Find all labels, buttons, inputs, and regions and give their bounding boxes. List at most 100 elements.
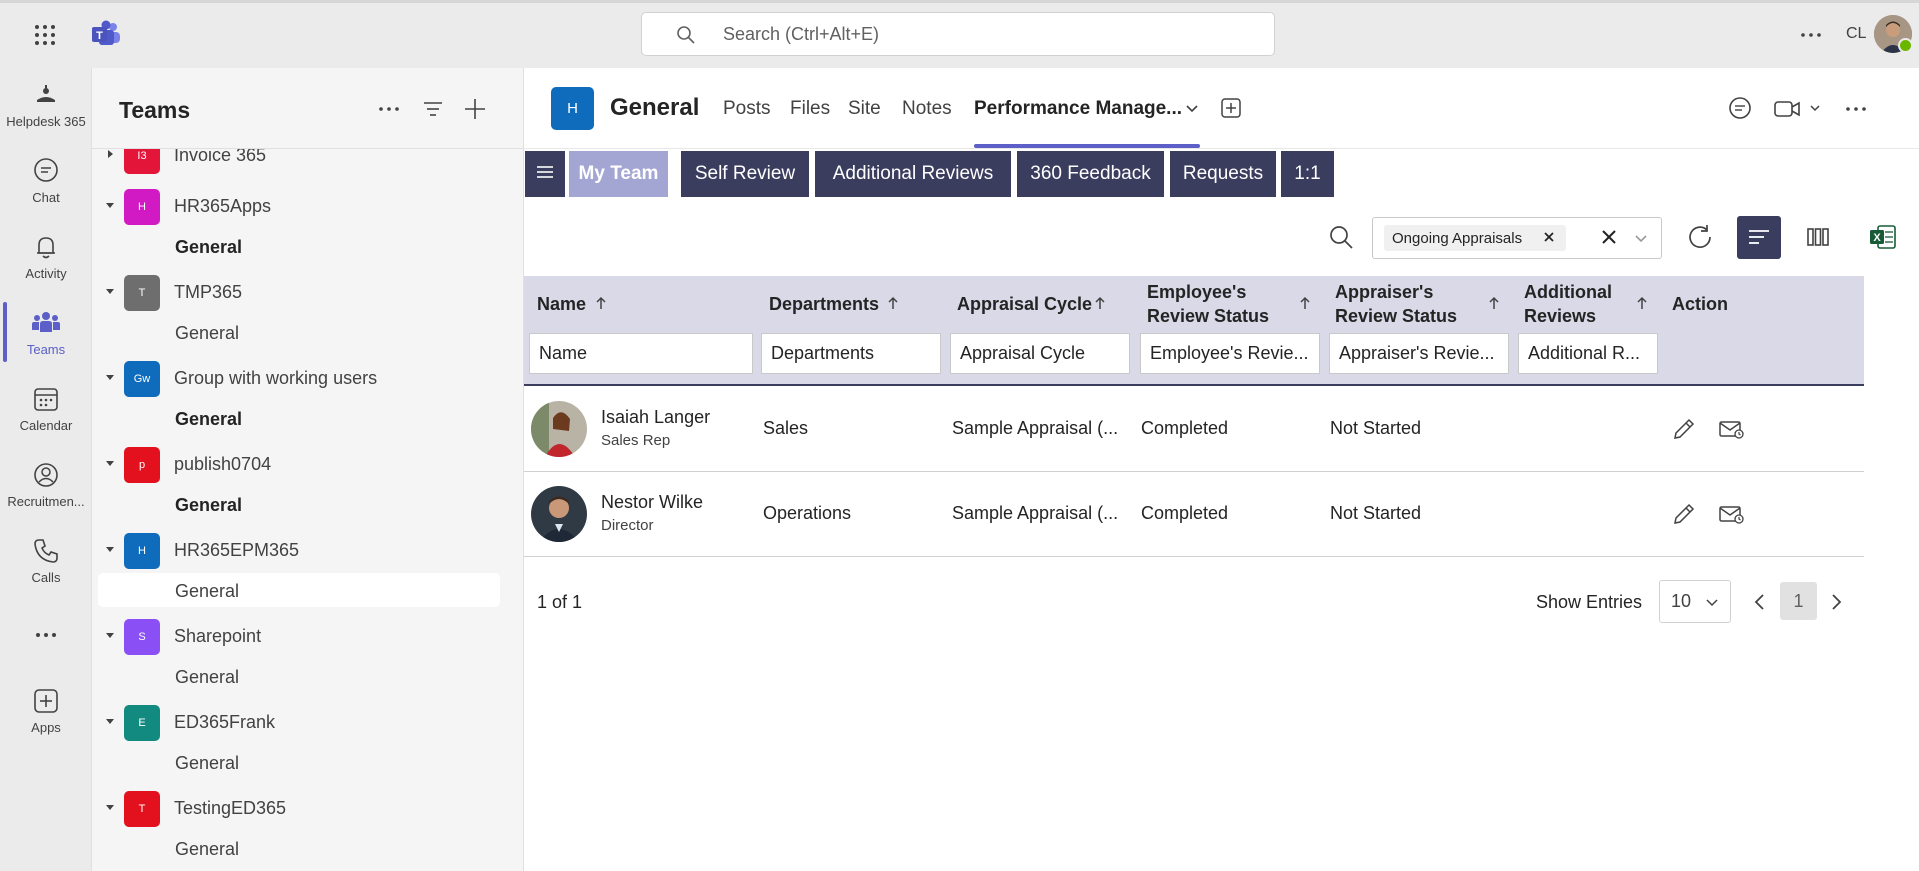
- tab-360-feedback[interactable]: 360 Feedback: [1017, 151, 1164, 197]
- rail-item-teams[interactable]: Teams: [0, 308, 92, 357]
- chevron-down-icon[interactable]: [1633, 230, 1649, 246]
- team-row[interactable]: T TestingED365: [92, 788, 524, 828]
- chevron-down-icon[interactable]: [1704, 594, 1720, 610]
- add-icon[interactable]: [462, 96, 488, 122]
- rail-item-calls[interactable]: Calls: [0, 536, 92, 585]
- chevron-down-icon[interactable]: [104, 629, 116, 641]
- employee-name[interactable]: Nestor Wilke: [601, 492, 703, 513]
- additional-reviews-filter-input[interactable]: Additional R...: [1518, 333, 1658, 374]
- column-header-appraiser-status[interactable]: Appraiser's Review Status: [1335, 280, 1495, 328]
- conversation-icon[interactable]: [1727, 96, 1753, 122]
- channel-item[interactable]: General: [98, 659, 500, 693]
- more-options-icon[interactable]: [376, 96, 402, 122]
- employee-name[interactable]: Isaiah Langer: [601, 407, 710, 428]
- chevron-down-icon[interactable]: [104, 543, 116, 555]
- rail-item-activity[interactable]: Activity: [0, 232, 92, 281]
- entries-per-page-select[interactable]: [1659, 580, 1731, 623]
- edit-icon[interactable]: [1671, 501, 1697, 527]
- remove-chip-icon[interactable]: [1543, 231, 1555, 243]
- channel-item[interactable]: General: [98, 745, 500, 779]
- app-launcher-icon[interactable]: [30, 22, 60, 48]
- tab-self-review[interactable]: Self Review: [681, 151, 809, 197]
- tab-site[interactable]: Site: [848, 98, 881, 120]
- tab-requests[interactable]: Requests: [1170, 151, 1276, 197]
- chevron-down-icon[interactable]: [1808, 101, 1822, 115]
- chevron-right-icon[interactable]: [104, 149, 116, 160]
- team-row[interactable]: T TMP365: [92, 272, 524, 312]
- team-row[interactable]: E ED365Frank: [92, 702, 524, 742]
- tab-files[interactable]: Files: [790, 98, 830, 120]
- video-call-icon[interactable]: [1773, 96, 1801, 122]
- sort-asc-icon[interactable]: [1093, 295, 1107, 311]
- name-filter-input[interactable]: Name: [529, 333, 753, 374]
- chevron-down-icon[interactable]: [104, 715, 116, 727]
- next-page-icon[interactable]: [1826, 592, 1846, 612]
- column-header-name[interactable]: Name: [537, 292, 586, 316]
- tab-one-on-one[interactable]: 1:1: [1281, 151, 1334, 197]
- chevron-down-icon[interactable]: [104, 371, 116, 383]
- team-row[interactable]: H HR365EPM365: [92, 530, 524, 570]
- clear-icon[interactable]: [1601, 229, 1617, 245]
- chevron-down-icon[interactable]: [104, 457, 116, 469]
- chevron-down-icon[interactable]: [104, 801, 116, 813]
- tab-notes[interactable]: Notes: [902, 98, 952, 120]
- channel-item[interactable]: General: [98, 315, 500, 349]
- sort-asc-icon[interactable]: [1298, 295, 1312, 311]
- previous-page-icon[interactable]: [1750, 592, 1770, 612]
- table-row[interactable]: Isaiah Langer Sales Rep Sales Sample App…: [524, 387, 1864, 472]
- list-view-button[interactable]: [1737, 216, 1781, 259]
- sort-asc-icon[interactable]: [1635, 295, 1649, 311]
- search-icon[interactable]: [1328, 224, 1354, 250]
- send-reminder-icon[interactable]: [1718, 501, 1744, 527]
- current-page-button[interactable]: 1: [1780, 582, 1817, 620]
- rail-label: Teams: [26, 342, 66, 357]
- edit-icon[interactable]: [1671, 416, 1697, 442]
- chevron-down-icon[interactable]: [1183, 100, 1201, 118]
- appraiser-status-filter-input[interactable]: Appraiser's Revie...: [1329, 333, 1509, 374]
- rail-item-calendar[interactable]: Calendar: [0, 384, 92, 433]
- hamburger-menu-button[interactable]: [525, 151, 565, 197]
- chevron-down-icon[interactable]: [104, 199, 116, 211]
- channel-item[interactable]: General: [98, 487, 500, 521]
- team-row[interactable]: H HR365Apps: [92, 186, 524, 226]
- send-reminder-icon[interactable]: [1718, 416, 1744, 442]
- column-header-additional-reviews[interactable]: Additional Reviews: [1524, 280, 1644, 328]
- team-row[interactable]: I3 Invoice 365: [92, 149, 524, 175]
- employee-status-filter-input[interactable]: Employee's Revie...: [1140, 333, 1320, 374]
- rail-item-recruitment[interactable]: Recruitmen...: [0, 460, 92, 509]
- column-header-employee-status[interactable]: Employee's Review Status: [1147, 280, 1307, 328]
- rail-item-chat[interactable]: Chat: [0, 156, 92, 205]
- column-header-departments[interactable]: Departments: [769, 292, 879, 316]
- channel-name: General: [175, 839, 240, 859]
- sort-asc-icon[interactable]: [1487, 295, 1501, 311]
- sort-asc-icon[interactable]: [594, 295, 608, 311]
- rail-item-helpdesk[interactable]: Helpdesk 365: [0, 80, 92, 129]
- rail-item-more[interactable]: [0, 620, 92, 654]
- appraisal-cycle-filter-input[interactable]: Appraisal Cycle: [950, 333, 1130, 374]
- sort-asc-icon[interactable]: [886, 295, 900, 311]
- employee-title: Sales Rep: [601, 432, 671, 449]
- tab-posts[interactable]: Posts: [723, 98, 771, 120]
- tab-additional-reviews[interactable]: Additional Reviews: [815, 151, 1011, 197]
- more-options-icon[interactable]: [1843, 96, 1869, 122]
- excel-export-icon[interactable]: X: [1868, 222, 1898, 252]
- channel-item-selected[interactable]: General: [98, 573, 500, 607]
- more-options-icon[interactable]: [1798, 22, 1824, 48]
- rail-item-apps[interactable]: Apps: [0, 686, 92, 735]
- columns-icon[interactable]: [1806, 225, 1830, 249]
- team-row[interactable]: p publish0704: [92, 444, 524, 484]
- column-header-appraisal-cycle[interactable]: Appraisal Cycle: [957, 292, 1092, 316]
- add-tab-icon[interactable]: [1219, 96, 1243, 120]
- channel-item[interactable]: General: [98, 831, 500, 865]
- refresh-icon[interactable]: [1685, 222, 1715, 252]
- team-row[interactable]: S Sharepoint: [92, 616, 524, 656]
- table-row[interactable]: Nestor Wilke Director Operations Sample …: [524, 472, 1864, 557]
- team-row[interactable]: Gw Group with working users: [92, 358, 524, 398]
- chevron-down-icon[interactable]: [104, 285, 116, 297]
- channel-item[interactable]: General: [98, 401, 500, 435]
- tab-performance-management[interactable]: Performance Manage...: [974, 98, 1182, 120]
- filter-icon[interactable]: [420, 96, 446, 122]
- tab-my-team[interactable]: My Team: [569, 151, 668, 197]
- departments-filter-input[interactable]: Departments: [761, 333, 941, 374]
- channel-item[interactable]: General: [98, 229, 500, 263]
